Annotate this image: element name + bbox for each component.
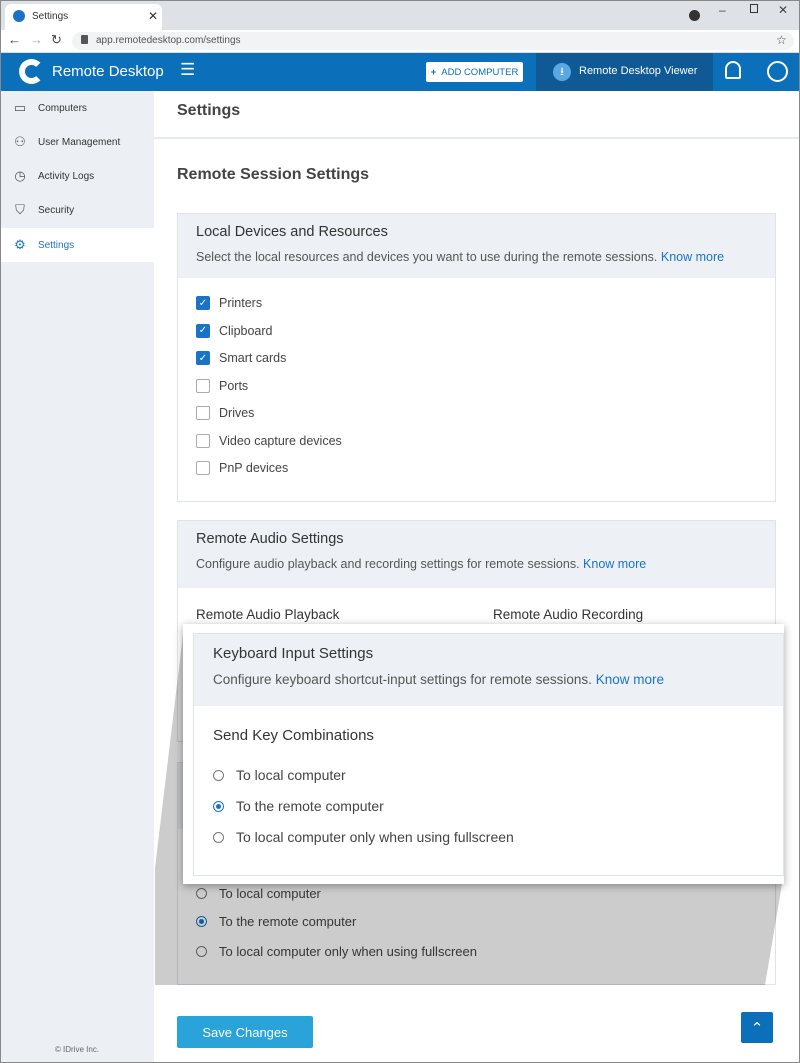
radio-label: To local computer only when using fullsc… [236,829,514,845]
callout-shadow [155,626,783,985]
radio-label: To the remote computer [236,798,384,814]
radio-local[interactable]: To local computer [213,767,346,783]
radio-icon [213,800,224,812]
radio-fullscreen[interactable]: To local computer only when using fullsc… [213,829,514,845]
radio-icon [213,831,224,843]
send-key-combinations-label: Send Key Combinations [213,727,374,744]
callout-title: Keyboard Input Settings [213,645,374,662]
radio-label: To local computer [236,767,346,783]
know-more-link[interactable]: Know more [596,672,664,687]
radio-remote[interactable]: To the remote computer [213,798,384,814]
radio-icon [213,769,224,781]
callout-description: Configure keyboard shortcut-input settin… [213,672,592,687]
keyboard-settings-callout: Keyboard Input Settings Configure keyboa… [183,624,784,884]
